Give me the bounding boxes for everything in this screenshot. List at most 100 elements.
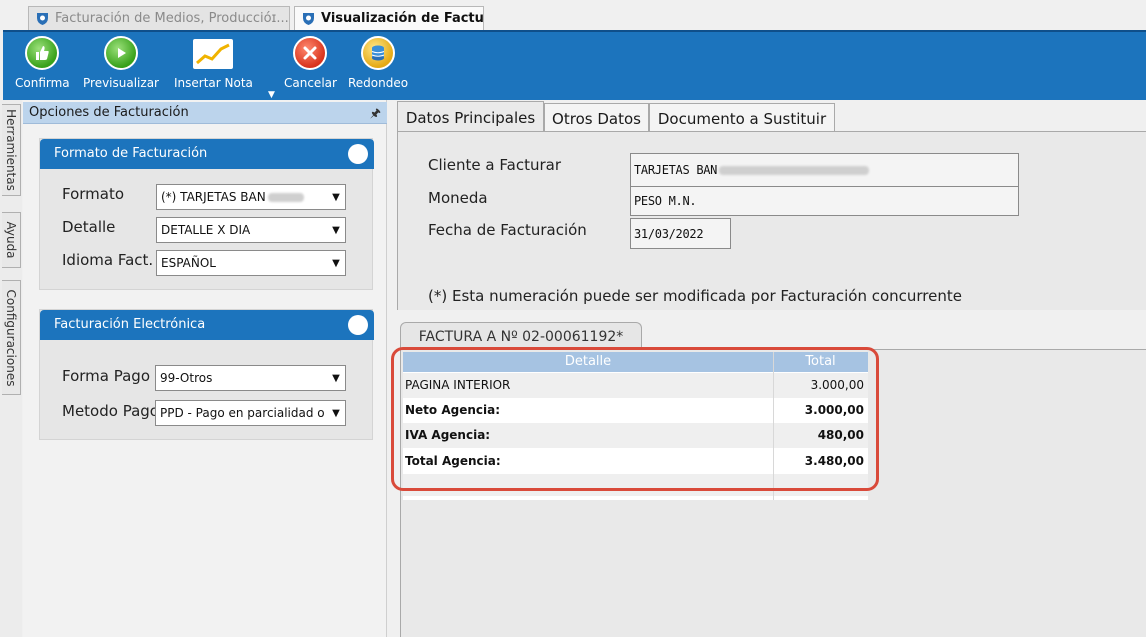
group-header: Facturación Electrónica [40,310,374,340]
tab-label: Documento a Sustituir [657,109,827,128]
detalle-value: DETALLE X DIA [161,223,251,237]
moneda-field[interactable]: PESO M.N. [630,186,1019,216]
facturacion-electronica-group: Facturación Electrónica Forma Pago 99-Ot… [39,309,374,440]
chevron-down-icon[interactable]: ▼ [327,251,345,275]
metodo-pago-label: Metodo Pago [62,402,159,420]
group-header: Formato de Facturación [40,139,374,169]
detalle-label: Detalle [62,218,116,236]
insertar-nota-label: Insertar Nota [174,76,253,90]
doc-tab-facturacion-medios[interactable]: Facturación de Medios, Produccióɪ... [28,6,290,30]
table-row[interactable]: Total Agencia: 3.480,00 [403,449,868,474]
collapse-icon[interactable] [348,144,368,164]
table-row[interactable]: IVA Agencia: 480,00 [403,423,868,448]
row-detalle: PAGINA INTERIOR [405,378,511,392]
metodo-pago-value: PPD - Pago en parcialidad o [160,406,325,420]
document-tab-strip: Facturación de Medios, Produccióɪ... Vis… [0,0,1146,30]
factura-tab-label: FACTURA A Nº 02-00061192* [418,328,624,345]
row-total: 480,00 [817,428,864,442]
chevron-down-icon[interactable]: ▼ [327,218,345,242]
chevron-down-icon[interactable]: ▼ [327,401,345,425]
formato-value: (*) TARJETAS BAN [161,190,266,204]
row-detalle: IVA Agencia: [405,428,491,442]
close-icon [293,36,328,70]
chevron-down-icon[interactable]: ▼ [327,185,345,209]
forma-pago-value: 99-Otros [160,371,213,385]
formato-label: Formato [62,185,125,203]
redondeo-label: Redondeo [348,76,409,90]
side-tab-label: Configuraciones [4,289,18,386]
toolbar-ribbon: Confirma Previsualizar Insertar Nota ▼ C… [3,30,1146,100]
datos-principales-content: Cliente a Facturar TARJETAS BAN Moneda P… [397,131,1146,310]
app-shield-icon [301,11,316,26]
invoice-area: Detalle Total PAGINA INTERIOR 3.000,00 N… [400,349,1146,637]
cliente-label: Cliente a Facturar [428,156,561,174]
group-title: Formato de Facturación [54,146,208,161]
cancelar-label: Cancelar [284,76,337,90]
forma-pago-label: Forma Pago [62,367,151,385]
tab-factura[interactable]: FACTURA A Nº 02-00061192* [400,322,642,350]
invoice-grid: Detalle Total PAGINA INTERIOR 3.000,00 N… [403,352,868,500]
row-total: 3.480,00 [804,454,864,468]
side-tab-configuraciones[interactable]: Configuraciones [2,280,21,395]
window: Facturación de Medios, Produccióɪ... Vis… [0,0,1146,637]
insertar-nota-button[interactable]: Insertar Nota [174,36,253,90]
idioma-label: Idioma Fact. [62,251,154,269]
panel-title: Opciones de Facturación [29,105,189,120]
cliente-field[interactable]: TARJETAS BAN [630,153,1019,187]
forma-pago-select[interactable]: 99-Otros ▼ [155,365,346,391]
moneda-value: PESO M.N. [634,194,697,208]
tab-label: Otros Datos [552,109,641,128]
tab-datos-principales[interactable]: Datos Principales [397,101,544,133]
moneda-label: Moneda [428,189,488,207]
redacted-mark [267,193,304,202]
formato-facturacion-group: Formato de Facturación Formato (*) TARJE… [39,138,374,290]
redondeo-button[interactable]: Redondeo [348,36,408,90]
side-tab-label: Ayuda [4,221,18,259]
detalle-select[interactable]: DETALLE X DIA ▼ [156,217,346,243]
tab-label: Datos Principales [405,108,536,127]
fecha-field[interactable]: 31/03/2022 [630,218,731,249]
insertar-nota-dropdown-icon[interactable]: ▼ [268,90,275,100]
table-row[interactable]: PAGINA INTERIOR 3.000,00 [403,373,868,398]
tab-otros-datos[interactable]: Otros Datos [544,103,649,133]
cliente-value: TARJETAS BAN [634,163,718,177]
table-row-empty[interactable] [403,474,868,496]
row-detalle: Total Agencia: [405,454,501,468]
doc-tab-visualizacion-factura[interactable]: Visualización de Factura [294,6,484,30]
doc-tab-label: Visualización de Factura [321,11,484,26]
play-icon [103,36,138,70]
side-tab-herramientas[interactable]: Herramientas [2,104,21,196]
doc-tab-label: Facturación de Medios, Produccióɪ... [55,11,289,26]
coins-icon [361,36,396,70]
grid-header-row: Detalle Total [403,352,868,372]
chevron-down-icon[interactable]: ▼ [327,366,345,390]
panel-header: Opciones de Facturación 🖈 [23,102,387,124]
fecha-value: 31/03/2022 [634,227,704,241]
opciones-facturacion-panel: Opciones de Facturación 🖈 Formato de Fac… [23,100,387,637]
formato-select[interactable]: (*) TARJETAS BAN ▼ [156,184,346,210]
group-title: Facturación Electrónica [54,317,206,332]
thumbs-up-icon [25,36,60,70]
side-tab-label: Herramientas [4,109,18,191]
idioma-value: ESPAÑOL [161,256,216,270]
row-total: 3.000,00 [810,378,864,392]
side-tab-strip: Herramientas Ayuda Configuraciones [0,100,22,637]
previsualizar-button[interactable]: Previsualizar [83,36,159,90]
collapse-icon[interactable] [348,315,368,335]
column-divider [773,352,774,500]
confirma-button[interactable]: Confirma [15,36,70,90]
column-header-detalle[interactable]: Detalle [403,354,773,369]
row-detalle: Neto Agencia: [405,403,501,417]
table-row[interactable]: Neto Agencia: 3.000,00 [403,398,868,423]
cancelar-button[interactable]: Cancelar [284,36,337,90]
side-tab-ayuda[interactable]: Ayuda [2,212,21,268]
line-chart-icon [193,39,234,69]
metodo-pago-select[interactable]: PPD - Pago en parcialidad o ▼ [155,400,346,426]
numeracion-note: (*) Esta numeración puede ser modificada… [428,287,962,305]
idioma-select[interactable]: ESPAÑOL ▼ [156,250,346,276]
fecha-label: Fecha de Facturación [428,221,587,239]
tab-documento-sustituir[interactable]: Documento a Sustituir [649,103,835,133]
column-header-total[interactable]: Total [773,354,868,369]
pin-icon[interactable]: 🖈 [370,104,381,125]
app-shield-icon [35,11,50,26]
